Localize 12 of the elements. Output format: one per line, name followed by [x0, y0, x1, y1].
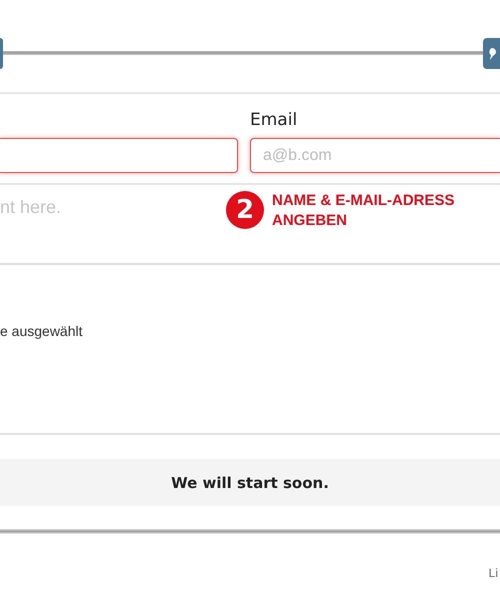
annotation-text: ANGEBEN: [272, 211, 348, 231]
name-field[interactable]: [0, 138, 238, 173]
footer-link[interactable]: Li: [488, 566, 498, 580]
pin-button[interactable]: [483, 38, 500, 69]
step-number: 2: [226, 191, 264, 229]
email-field[interactable]: a@b.com: [250, 138, 500, 173]
field-label: Email: [250, 109, 298, 132]
selection-text: e ausgewählt: [0, 323, 83, 339]
menu-button[interactable]: [0, 38, 3, 69]
status-banner: We will start soon.: [0, 459, 500, 506]
annotation-text: NAME & E-MAIL-ADRESS: [272, 191, 454, 211]
pin-icon: [486, 48, 496, 60]
